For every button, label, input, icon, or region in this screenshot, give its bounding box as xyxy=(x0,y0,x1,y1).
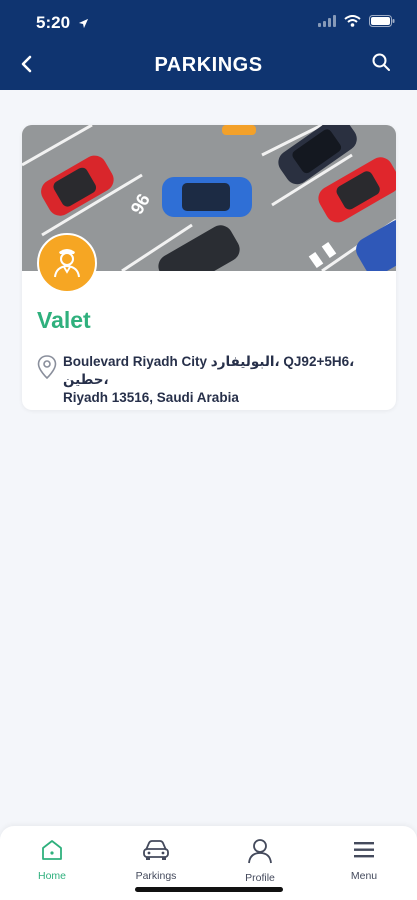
tab-home[interactable]: Home xyxy=(12,838,92,882)
parking-name: Valet xyxy=(37,307,91,333)
location-pin-icon xyxy=(37,355,59,407)
tab-parkings-label: Parkings xyxy=(135,870,177,882)
app-header: 5:20 PARKINGS xyxy=(0,0,417,90)
tab-menu-label: Menu xyxy=(350,870,378,882)
profile-icon xyxy=(246,839,274,868)
car-icon xyxy=(141,840,171,866)
signal-icon xyxy=(318,14,336,32)
home-icon xyxy=(39,840,65,866)
wifi-icon xyxy=(344,14,361,32)
menu-icon xyxy=(352,842,376,866)
status-indicators xyxy=(318,14,395,32)
tab-profile[interactable]: Profile xyxy=(220,838,300,884)
valet-attendant-icon xyxy=(50,244,84,283)
status-bar: 5:20 xyxy=(0,0,417,44)
status-time: 5:20 xyxy=(36,13,71,32)
tab-menu[interactable]: Menu xyxy=(324,838,404,882)
page-title: PARKINGS xyxy=(154,54,263,76)
search-button[interactable] xyxy=(371,52,395,76)
tab-home-label: Home xyxy=(37,870,66,882)
tab-parkings[interactable]: Parkings xyxy=(116,838,196,882)
address-row: Boulevard Riyadh City البوليفارد، QJ92+5… xyxy=(37,353,388,407)
valet-badge xyxy=(37,233,97,293)
location-arrow-icon xyxy=(78,16,89,34)
tab-profile-label: Profile xyxy=(245,872,275,884)
parking-address: Boulevard Riyadh City البوليفارد، QJ92+5… xyxy=(63,354,355,405)
parking-card[interactable]: 96 Valet Boulevard Riyadh City البوليفار… xyxy=(22,125,396,410)
search-icon xyxy=(371,53,391,76)
nav-bar: PARKINGS xyxy=(0,44,417,90)
home-indicator xyxy=(135,887,283,892)
battery-icon xyxy=(369,14,395,32)
